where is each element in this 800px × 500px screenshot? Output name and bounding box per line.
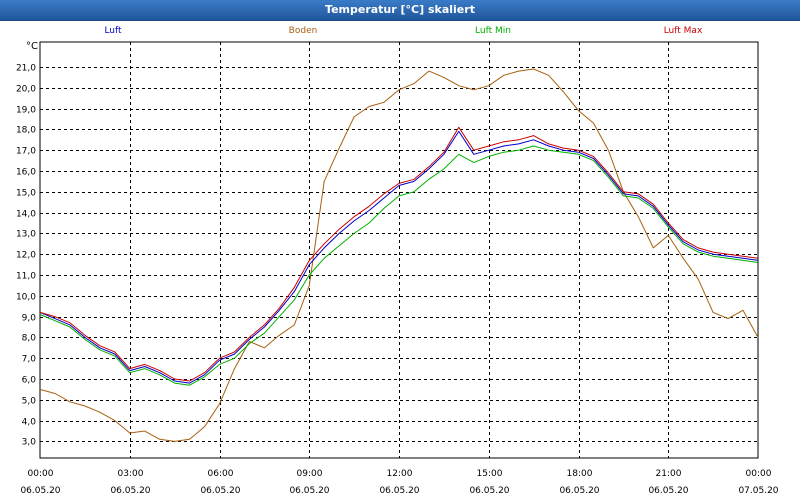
- legend-item-luft-max: Luft Max: [664, 26, 703, 36]
- y-tick-label: 16,0: [16, 168, 36, 178]
- chart-title-bar: Temperatur [°C] skaliert: [0, 0, 800, 21]
- x-tick-date-label: 06.05.20: [289, 486, 329, 496]
- x-tick-date-label: 06.05.20: [110, 486, 150, 496]
- legend-item-luft-min: Luft Min: [475, 26, 511, 36]
- y-tick-label: 20,0: [16, 85, 36, 95]
- x-tick-time-label: 09:00: [297, 469, 323, 479]
- x-tick-time-label: 15:00: [477, 469, 503, 479]
- x-tick-date-label: 06.05.20: [200, 486, 240, 496]
- y-tick-label: 21,0: [16, 64, 36, 74]
- x-tick-date-label: 06.05.20: [379, 486, 419, 496]
- legend-item-boden: Boden: [289, 26, 318, 36]
- y-tick-label: 6,0: [22, 376, 37, 386]
- chart-area: 3,0 4,0 5,0 6,0 7,0 8,0 9,0 10,0 11,0 12,0 13,0 14,…: [0, 21, 800, 500]
- x-tick-time-label: 12:00: [387, 469, 413, 479]
- y-tick-label: 18,0: [16, 126, 36, 136]
- y-tick-label: 10,0: [16, 293, 36, 303]
- y-tick-label: 4,0: [22, 418, 37, 428]
- y-tick-label: 8,0: [22, 334, 37, 344]
- y-tick-label: 7,0: [22, 355, 37, 365]
- y-tick-label: 19,0: [16, 106, 36, 116]
- y-tick-label: 13,0: [16, 230, 36, 240]
- temperature-chart: 3,0 4,0 5,0 6,0 7,0 8,0 9,0 10,0 11,0 12,0 13,0 14,…: [16, 26, 779, 496]
- y-tick-label: 14,0: [16, 210, 36, 220]
- x-tick-date-label: 06.05.20: [559, 486, 599, 496]
- x-tick-date-label: 06.05.20: [469, 486, 509, 496]
- y-tick-label: 3,0: [22, 438, 37, 448]
- x-tick-date-label: 06.05.20: [648, 486, 688, 496]
- y-tick-label: 12,0: [16, 251, 36, 261]
- y-tick-label: 17,0: [16, 147, 36, 157]
- x-tick-date-label: 06.05.20: [20, 486, 60, 496]
- y-tick-label: 5,0: [22, 397, 37, 407]
- x-tick-time-label: 18:00: [567, 469, 593, 479]
- legend-item-luft: Luft: [104, 26, 122, 36]
- y-tick-label: 11,0: [16, 272, 36, 282]
- x-tick-date-label: 07.05.20: [738, 486, 778, 496]
- y-axis-unit-label: °C: [26, 41, 38, 52]
- y-tick-label: 15,0: [16, 189, 36, 199]
- x-tick-time-label: 21:00: [656, 469, 682, 479]
- x-tick-time-label: 00:00: [746, 469, 772, 479]
- x-tick-time-label: 03:00: [118, 469, 144, 479]
- x-tick-time-label: 06:00: [208, 469, 234, 479]
- x-tick-time-label: 00:00: [28, 469, 54, 479]
- chart-title: Temperatur [°C] skaliert: [325, 3, 475, 16]
- y-tick-label: 9,0: [22, 314, 37, 324]
